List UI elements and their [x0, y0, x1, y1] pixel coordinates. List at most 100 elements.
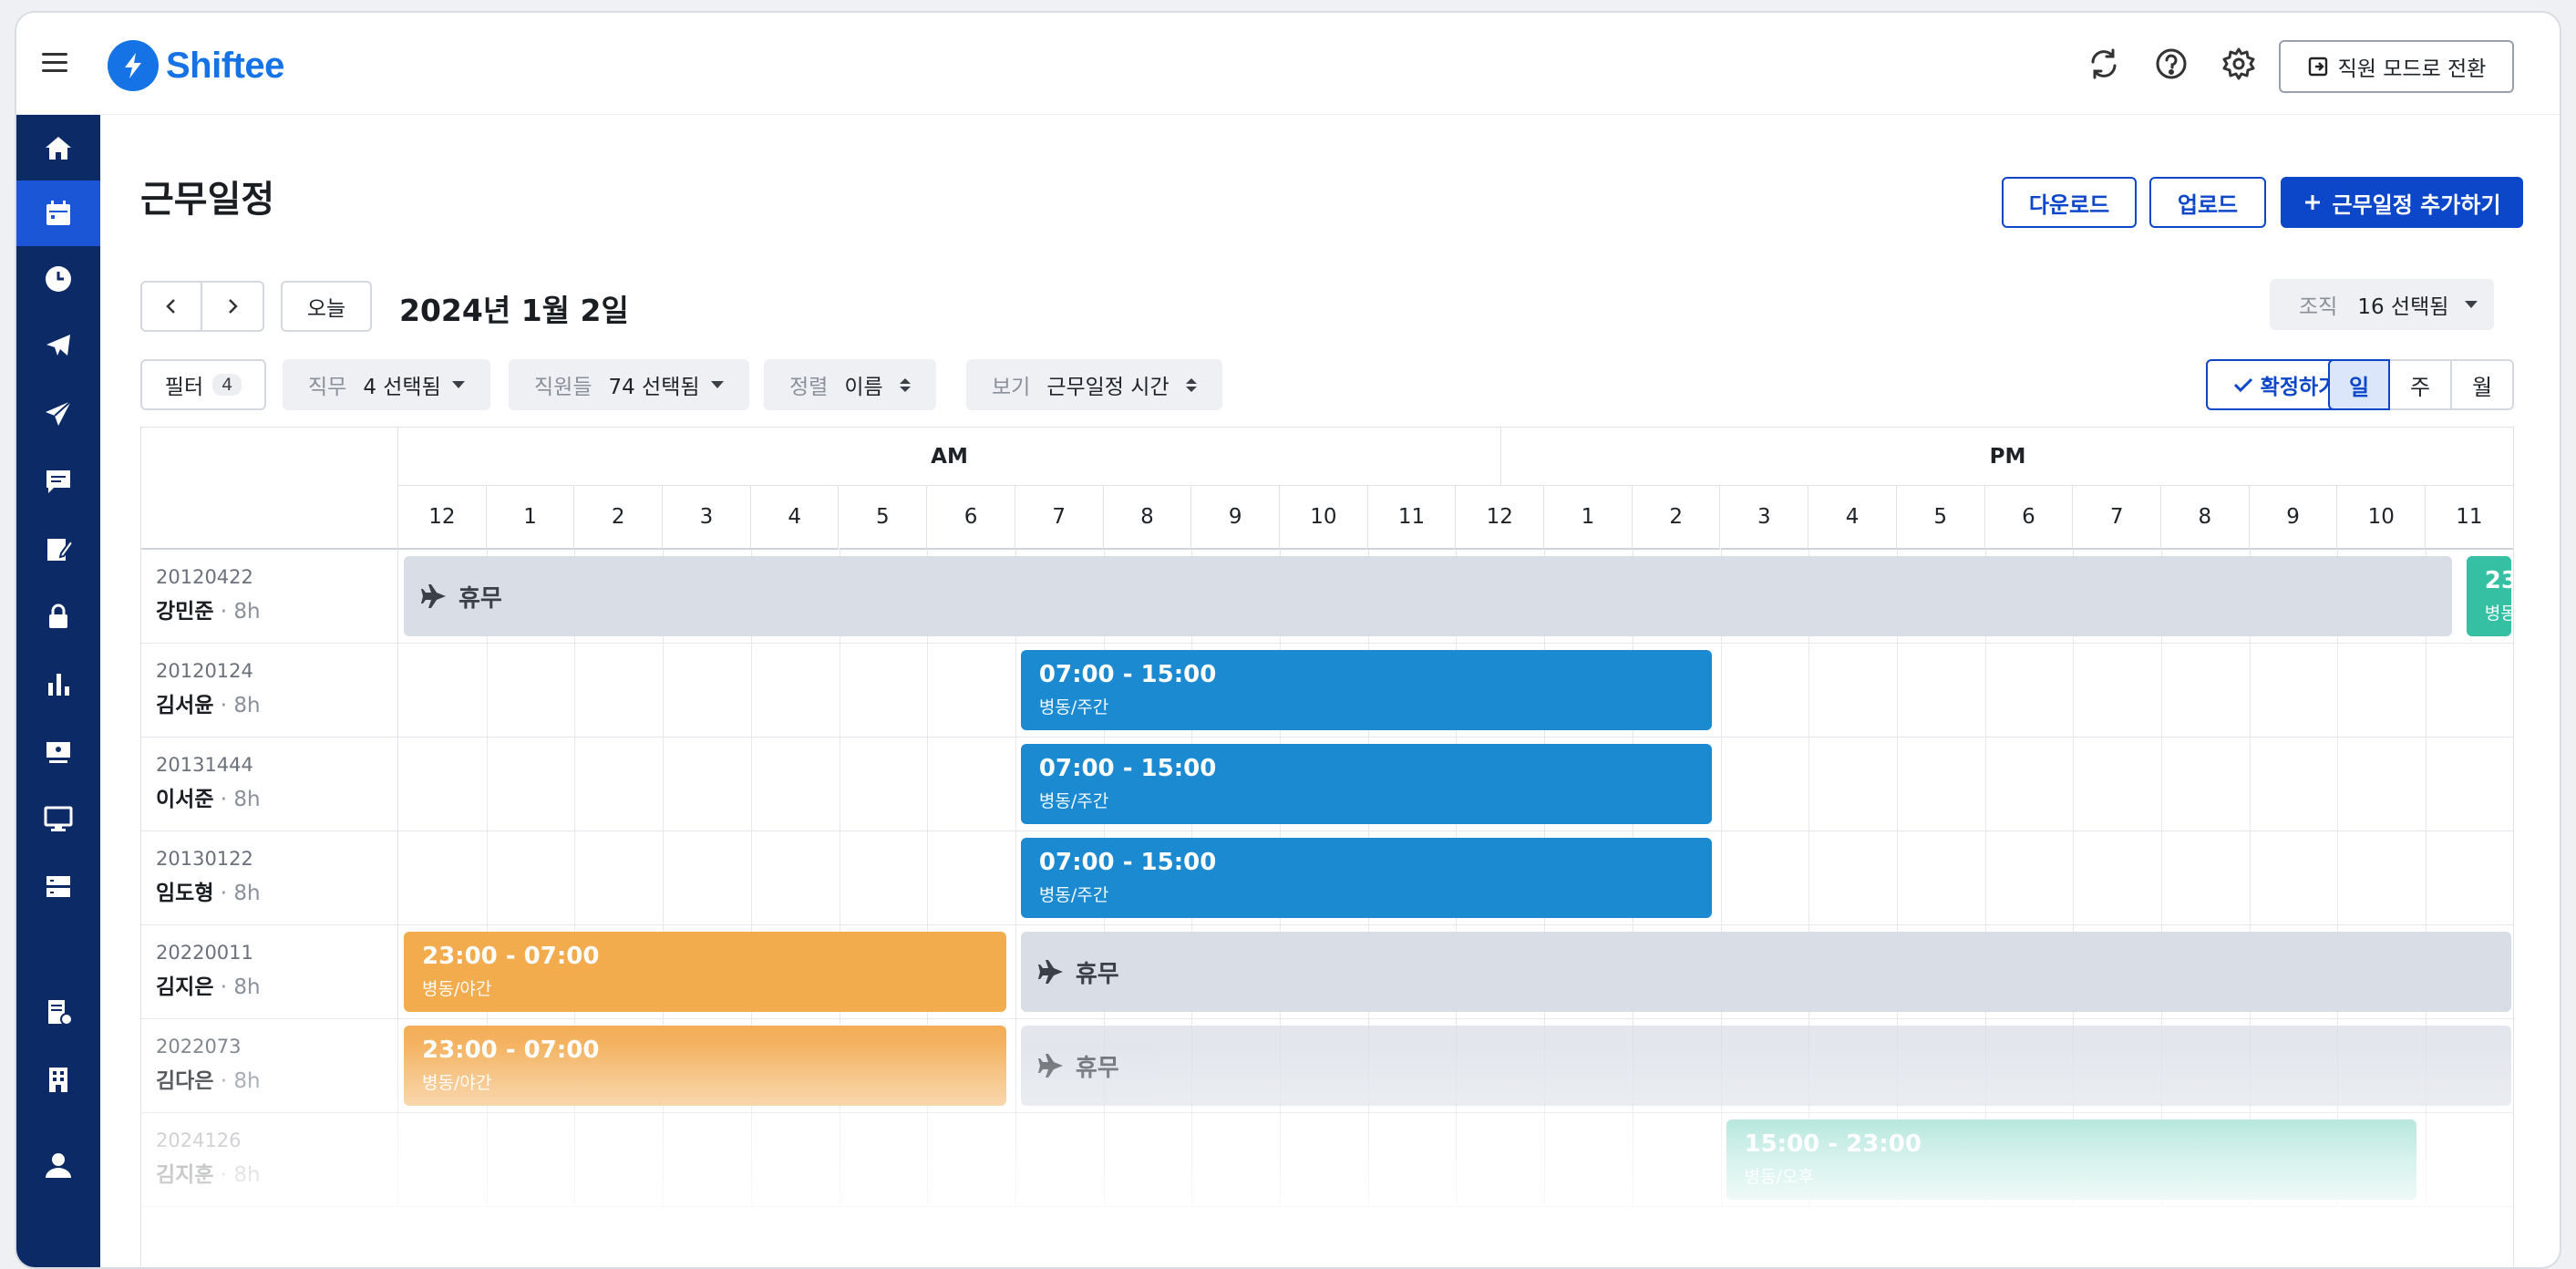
download-button[interactable]: 다운로드: [2002, 177, 2137, 228]
sidebar-item-reports[interactable]: [16, 516, 100, 582]
hour-gridline: [486, 831, 488, 925]
sidebar-item-messages[interactable]: [16, 449, 100, 514]
caret-down-icon: [710, 381, 724, 388]
shift-block[interactable]: 07:00 - 15:00 병동/주간: [1020, 744, 1712, 824]
employee-name: 김지훈 · 8h: [156, 1163, 261, 1187]
hour-gridline: [2426, 1113, 2427, 1207]
sort-select[interactable]: 정렬 이름: [764, 359, 936, 410]
hour-gridline: [2249, 738, 2251, 831]
job-filter-label: 직무: [308, 376, 347, 399]
sidebar-item-requests[interactable]: [16, 381, 100, 447]
chevron-right-icon: [229, 299, 238, 314]
sidebar-item-schedule[interactable]: [16, 181, 100, 246]
employee-hours: · 8h: [213, 600, 261, 624]
leave-block[interactable]: 휴무: [1020, 1026, 2511, 1106]
lock-icon: [49, 604, 67, 628]
hour-header: 8: [2161, 486, 2250, 550]
download-label: 다운로드: [2028, 191, 2110, 218]
hour-header: 3: [1720, 486, 1809, 550]
hour-gridline: [1280, 1113, 1281, 1207]
schedule-row: 20120124 김서윤 · 8h 07:00 - 15:00 병동/주간: [141, 644, 2513, 738]
airplane-icon: [1037, 960, 1063, 984]
hour-header: 9: [1191, 486, 1280, 550]
sidebar-item-leave[interactable]: [16, 314, 100, 379]
settings-gear-icon[interactable]: [2221, 46, 2257, 82]
page-title: 근무일정: [140, 179, 275, 221]
segment-month[interactable]: 월: [2452, 359, 2514, 410]
hour-gridline: [486, 1113, 488, 1207]
employee-label[interactable]: 20120124 김서윤 · 8h: [141, 644, 398, 738]
next-day-button[interactable]: [202, 281, 264, 332]
bar-chart-icon: [48, 674, 69, 696]
hour-gridline: [927, 644, 929, 738]
employee-label[interactable]: 2024126 김지훈 · 8h: [141, 1113, 398, 1207]
view-range-toggle: 일 주 월: [2328, 359, 2514, 410]
sidebar-item-payroll[interactable]: [16, 718, 100, 784]
hour-gridline: [2337, 831, 2339, 925]
prev-day-button[interactable]: [140, 281, 202, 332]
hour-gridline: [2426, 644, 2427, 738]
sidebar-item-home[interactable]: [16, 115, 100, 181]
report-settings-icon: [48, 1000, 73, 1026]
employee-label[interactable]: 20131444 이서준 · 8h: [141, 738, 398, 831]
hour-gridline: [2426, 831, 2427, 925]
shift-time: 15:00 - 23:00: [1744, 1130, 1922, 1158]
refresh-icon[interactable]: [2086, 46, 2122, 82]
schedule-row: 2022073 김다은 · 8h 23:00 - 07:00 병동/야간 휴무: [141, 1019, 2513, 1113]
hour-gridline: [663, 1113, 665, 1207]
employee-hours: · 8h: [213, 1163, 261, 1187]
employee-label[interactable]: 2022073 김다은 · 8h: [141, 1019, 398, 1113]
segment-day[interactable]: 일: [2328, 359, 2390, 410]
organization-select[interactable]: 조직 16 선택됨: [2270, 279, 2494, 330]
schedule-row: 20131444 이서준 · 8h 07:00 - 15:00 병동/주간: [141, 738, 2513, 831]
menu-icon[interactable]: [42, 53, 67, 73]
sidebar-item-profile[interactable]: [16, 1132, 100, 1198]
employee-name: 김서윤 · 8h: [156, 694, 261, 717]
shift-block[interactable]: 07:00 - 15:00 병동/주간: [1020, 650, 1712, 730]
employee-label[interactable]: 20220011 김지은 · 8h: [141, 925, 398, 1019]
payment-icon: [46, 742, 70, 763]
employee-hours: · 8h: [213, 1069, 261, 1093]
shift-block[interactable]: 23:00 병동/내: [2466, 556, 2511, 636]
date-nav: [140, 281, 264, 332]
sidebar-item-attendance[interactable]: [16, 246, 100, 312]
shift-block[interactable]: 23:00 - 07:00 병동/야간: [404, 1026, 1007, 1106]
help-icon[interactable]: [2153, 46, 2190, 82]
hour-gridline: [663, 738, 665, 831]
switch-to-employee-mode-button[interactable]: 직원 모드로 전환: [2279, 40, 2514, 93]
employees-filter-select[interactable]: 직원들 74 선택됨: [509, 359, 749, 410]
shift-block[interactable]: 07:00 - 15:00 병동/주간: [1020, 838, 1712, 918]
employee-label[interactable]: 20120422 강민준 · 8h: [141, 550, 398, 644]
chevron-left-icon: [166, 299, 175, 314]
upload-button[interactable]: 업로드: [2149, 177, 2266, 228]
employees-filter-label: 직원들: [534, 376, 592, 399]
filter-button[interactable]: 필터 4: [140, 359, 266, 410]
sidebar-item-devices[interactable]: [16, 786, 100, 851]
org-label: 조직: [2299, 295, 2338, 319]
logo[interactable]: Shiftee: [108, 40, 284, 91]
shift-time: 07:00 - 15:00: [1038, 849, 1217, 876]
sidebar-item-report-settings[interactable]: [16, 979, 100, 1045]
grid-corner: [141, 428, 398, 550]
edit-icon: [47, 539, 74, 561]
sidebar-item-integrations[interactable]: [16, 853, 100, 919]
shift-block[interactable]: 15:00 - 23:00 병동/오후: [1726, 1119, 2417, 1200]
job-filter-select[interactable]: 직무 4 선택됨: [283, 359, 490, 410]
sidebar-item-statistics[interactable]: [16, 651, 100, 717]
view-select[interactable]: 보기 근무일정 시간: [966, 359, 1222, 410]
shift-position: 병동/주간: [1038, 697, 1109, 717]
airplane-icon: [421, 584, 446, 608]
leave-block[interactable]: 휴무: [1020, 932, 2511, 1012]
employee-label[interactable]: 20130122 임도형 · 8h: [141, 831, 398, 925]
shift-block[interactable]: 23:00 - 07:00 병동/야간: [404, 932, 1007, 1012]
hour-gridline: [2249, 831, 2251, 925]
sidebar-item-security[interactable]: [16, 583, 100, 649]
sidebar-item-company[interactable]: [16, 1047, 100, 1112]
sort-caret-icon: [899, 377, 911, 392]
segment-week[interactable]: 주: [2390, 359, 2452, 410]
add-schedule-button[interactable]: 근무일정 추가하기: [2281, 177, 2523, 228]
leave-block[interactable]: 휴무: [404, 556, 2453, 636]
today-button[interactable]: 오늘: [281, 281, 372, 332]
caret-down-icon: [2465, 301, 2478, 308]
hour-header: 6: [927, 486, 1015, 550]
